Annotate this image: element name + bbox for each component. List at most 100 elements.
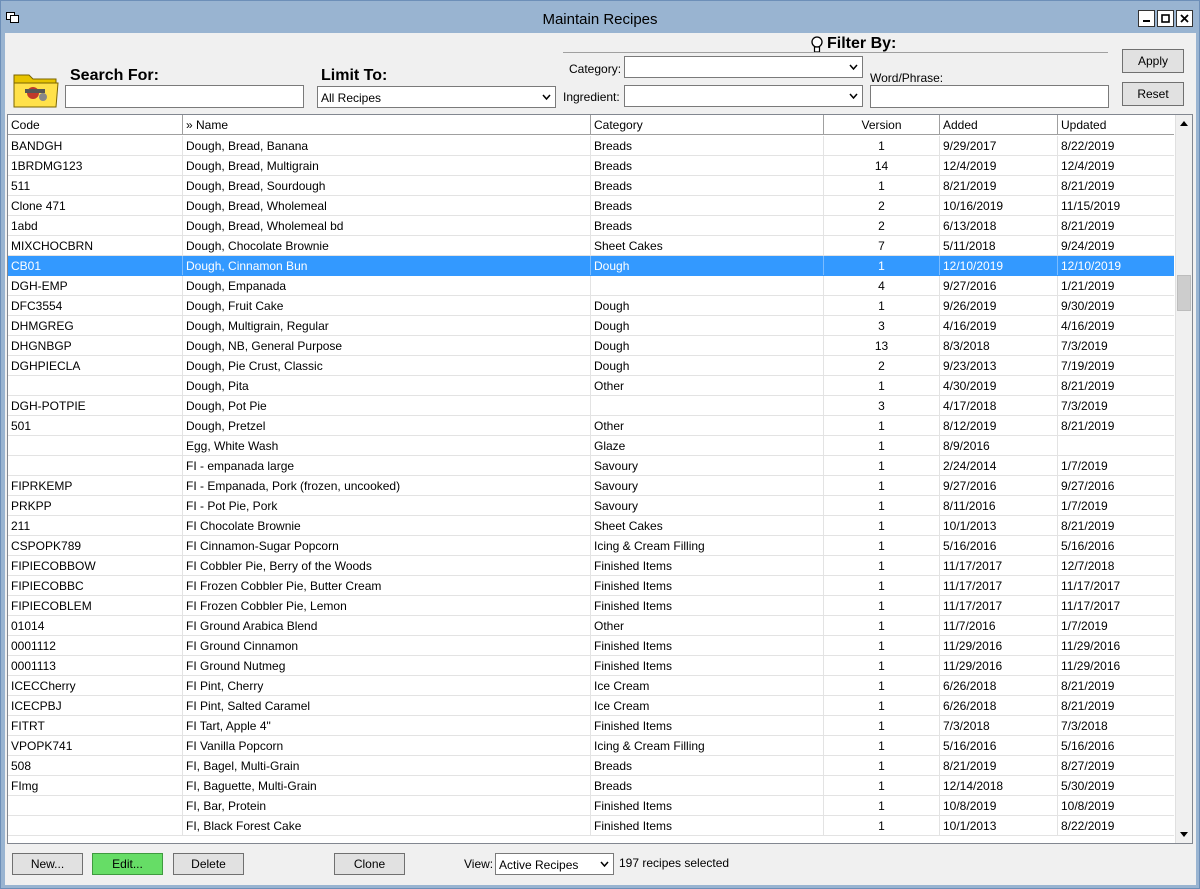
column-header-version[interactable]: Version [824,115,940,135]
view-select[interactable]: Active Recipes [495,853,614,875]
column-header-updated[interactable]: Updated [1058,115,1174,135]
word-phrase-input[interactable] [870,85,1109,108]
cell-category: Breads [591,196,824,215]
scroll-up-button[interactable] [1176,115,1192,132]
table-row[interactable]: 0001113 FI Ground Nutmeg Finished Items 1 11… [8,656,1174,676]
vertical-scrollbar[interactable] [1175,115,1192,843]
table-row[interactable]: FIPIECOBLEM FI Frozen Cobbler Pie, Lemon F… [8,596,1174,616]
table-row[interactable]: Dough, Pita Other 1 4/30/2019 8/21/2019 [8,376,1174,396]
cell-name: FI Ground Nutmeg [183,656,591,675]
cell-added: 8/9/2016 [940,436,1058,455]
cell-added: 9/29/2017 [940,136,1058,155]
cell-added: 10/1/2013 [940,816,1058,835]
table-row[interactable]: CSPOPK789 FI Cinnamon-Sugar Popcorn Icing … [8,536,1174,556]
search-input[interactable] [65,85,304,108]
cell-version: 1 [824,536,940,555]
table-row[interactable]: Clone 471 Dough, Bread, Wholemeal Breads 2 1… [8,196,1174,216]
table-row[interactable]: 211 FI Chocolate Brownie Sheet Cakes 1 10/1/… [8,516,1174,536]
table-row[interactable]: DGH-POTPIE Dough, Pot Pie 3 4/17/2018 7/3/20… [8,396,1174,416]
table-row[interactable]: 01014 FI Ground Arabica Blend Other 1 11/7/2… [8,616,1174,636]
cell-updated: 8/21/2019 [1061,519,1115,533]
cell-updated: 11/15/2019 [1061,199,1121,213]
cell-category [591,396,824,415]
apply-button[interactable]: Apply [1122,49,1184,73]
cell-updated [1058,436,1174,455]
cell-name: Dough, Pie Crust, Classic [183,356,591,375]
cell-code: 211 [8,516,183,535]
table-row[interactable]: FI - empanada large Savoury 1 2/24/2014 1/7/… [8,456,1174,476]
cell-name: FI Pint, Cherry [183,676,591,695]
table-row[interactable]: FIPRKEMP FI - Empanada, Pork (frozen, unc… [8,476,1174,496]
cell-updated: 8/27/2019 [1061,759,1115,773]
table-row[interactable]: 1abd Dough, Bread, Wholemeal bd Breads 2 6/1… [8,216,1174,236]
table-row[interactable]: PRKPP FI - Pot Pie, Pork Savoury 1 8/11/2016… [8,496,1174,516]
cell-version: 2 [824,216,940,235]
cell-code: DGH-EMP [8,276,183,295]
chevron-down-icon [542,94,551,101]
close-button[interactable] [1176,10,1193,27]
scrollbar-thumb[interactable] [1177,275,1191,311]
scroll-down-button[interactable] [1176,826,1192,843]
title-bar[interactable]: Maintain Recipes [1,1,1199,33]
table-row[interactable]: 511 Dough, Bread, Sourdough Breads 1 8/21/20… [8,176,1174,196]
cell-added: 9/26/2019 [940,296,1058,315]
table-row[interactable]: BANDGH Dough, Bread, Banana Breads 1 9/29/20… [8,136,1174,156]
ingredient-select[interactable] [624,85,863,107]
delete-button[interactable]: Delete [173,853,244,875]
table-row[interactable]: ICECCherry FI Pint, Cherry Ice Cream 1 6/26/… [8,676,1174,696]
table-row[interactable]: FITRT FI Tart, Apple 4" Finished Items 1 7/3… [8,716,1174,736]
table-row[interactable]: FIPIECOBBC FI Frozen Cobbler Pie, Butter … [8,576,1174,596]
table-row[interactable]: 0001112 FI Ground Cinnamon Finished Items 1… [8,636,1174,656]
column-header-category[interactable]: Category [591,115,824,135]
cell-code [8,376,183,395]
table-row[interactable]: FI, Bar, Protein Finished Items 1 10/8/2019… [8,796,1174,816]
table-row[interactable]: DGH-EMP Dough, Empanada 4 9/27/2016 1/21/201… [8,276,1174,296]
table-row[interactable]: DHMGREG Dough, Multigrain, Regular Dough 3 4… [8,316,1174,336]
column-header-added[interactable]: Added [940,115,1058,135]
search-label: Search For: [70,67,159,84]
table-row[interactable]: MIXCHOCBRN Dough, Chocolate Brownie Sheet … [8,236,1174,256]
table-row[interactable]: VPOPK741 FI Vanilla Popcorn Icing & Cream … [8,736,1174,756]
cell-version: 1 [824,756,940,775]
edit-button[interactable]: Edit... [92,853,163,875]
table-row[interactable]: DFC3554 Dough, Fruit Cake Dough 1 9/26/2019 9… [8,296,1174,316]
cell-version: 1 [824,656,940,675]
reset-button[interactable]: Reset [1122,82,1184,106]
cell-added: 2/24/2014 [940,456,1058,475]
cell-added: 11/29/2016 [940,636,1058,655]
cell-version: 1 [824,636,940,655]
table-row[interactable]: DGHPIECLA Dough, Pie Crust, Classic Dough 2… [8,356,1174,376]
maximize-button[interactable] [1157,10,1174,27]
cell-name: FI Pint, Salted Caramel [183,696,591,715]
table-row[interactable]: FIPIECOBBOW FI Cobbler Pie, Berry of the … [8,556,1174,576]
column-header-name[interactable]: » Name [183,115,591,135]
table-row[interactable]: Egg, White Wash Glaze 1 8/9/2016 [8,436,1174,456]
cell-name: FI Frozen Cobbler Pie, Lemon [183,596,591,615]
minimize-button[interactable] [1138,10,1155,27]
table-row[interactable]: CB01 Dough, Cinnamon Bun Dough 1 12/10/2019 1… [8,256,1174,276]
cell-version: 1 [824,796,940,815]
category-select[interactable] [624,56,863,78]
cell-code: 01014 [8,616,183,635]
table-row[interactable]: 1BRDMG123 Dough, Bread, Multigrain Breads 1… [8,156,1174,176]
table-row[interactable]: ICECPBJ FI Pint, Salted Caramel Ice Cream 1… [8,696,1174,716]
table-row[interactable]: FI, Black Forest Cake Finished Items 1 10/1… [8,816,1174,836]
column-header-code[interactable]: Code [8,115,183,135]
cell-updated: 8/21/2019 [1061,679,1115,693]
chevron-down-icon [849,64,858,71]
table-row[interactable]: 508 FI, Bagel, Multi-Grain Breads 1 8/21/201… [8,756,1174,776]
table-row[interactable]: DHGNBGP Dough, NB, General Purpose Dough 13… [8,336,1174,356]
new-button[interactable]: New... [12,853,83,875]
cell-category: Savoury [591,496,824,515]
clone-button[interactable]: Clone [334,853,405,875]
cell-added: 8/21/2019 [940,176,1058,195]
cell-name: FI Vanilla Popcorn [183,736,591,755]
limit-to-select[interactable]: All Recipes [317,86,556,108]
table-row[interactable]: FImg FI, Baguette, Multi-Grain Breads 1 12/1… [8,776,1174,796]
cell-category: Finished Items [591,556,824,575]
cell-code: 0001112 [8,636,183,655]
table-row[interactable]: 501 Dough, Pretzel Other 1 8/12/2019 8/21/201… [8,416,1174,436]
cell-category: Finished Items [591,636,824,655]
cell-added: 9/27/2016 [940,476,1058,495]
cell-added: 6/13/2018 [940,216,1058,235]
